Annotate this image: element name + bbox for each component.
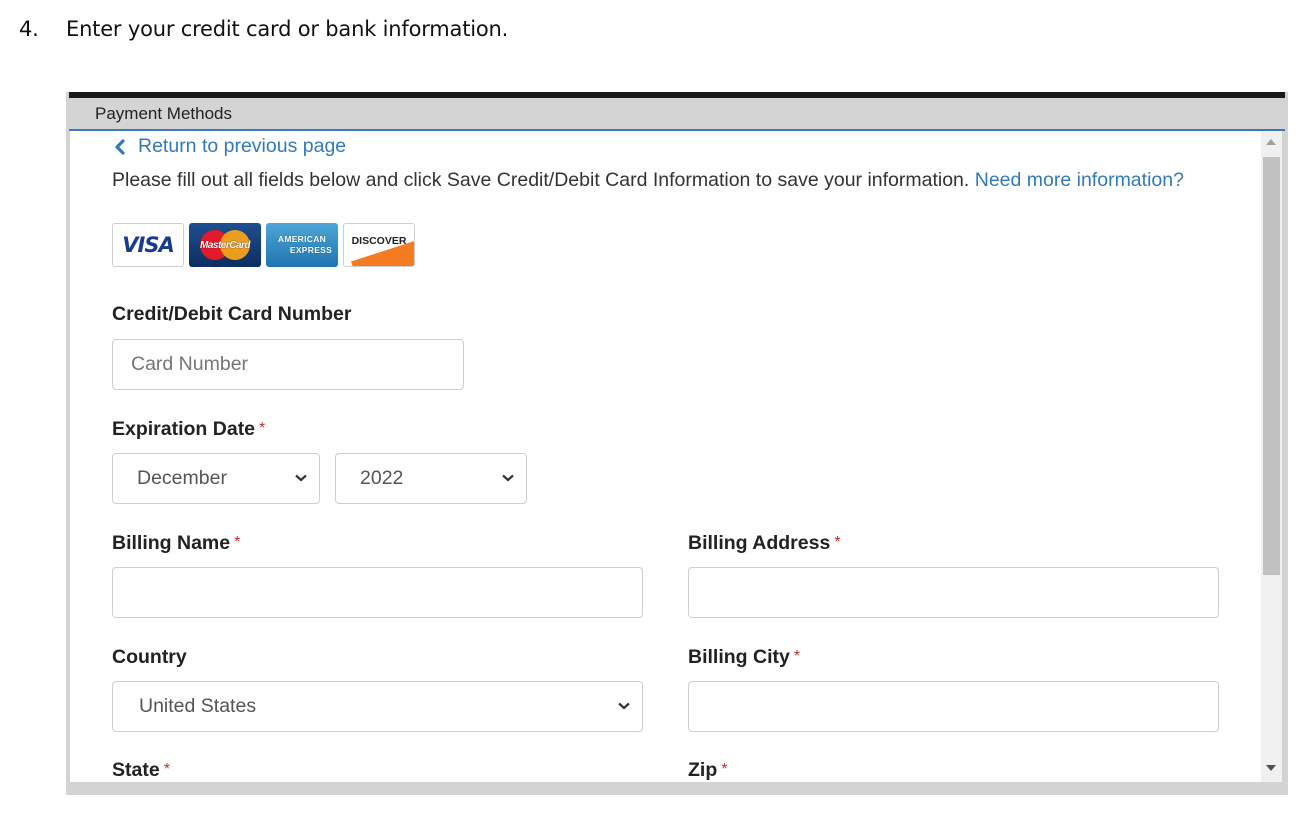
card-number-input[interactable] (112, 339, 464, 390)
step-number: 4. (19, 17, 39, 41)
need-more-info-link[interactable]: Need more information? (975, 169, 1184, 191)
scroll-up-arrow-icon[interactable] (1266, 139, 1276, 145)
scrollbar-thumb[interactable] (1263, 157, 1280, 575)
intro-text: Please fill out all fields below and cli… (112, 165, 1202, 195)
panel-header: Payment Methods (69, 98, 1285, 131)
required-marker: * (259, 420, 266, 437)
required-marker: * (721, 761, 728, 778)
chevron-down-icon (295, 474, 307, 482)
step-text: Enter your credit card or bank informati… (66, 17, 509, 41)
chevron-down-icon (502, 474, 514, 482)
expiration-year-select[interactable]: 2022 (335, 453, 527, 504)
chevron-down-icon (618, 702, 630, 710)
discover-logo: DISCOVER (343, 223, 415, 267)
expiration-month-select[interactable]: December (112, 453, 320, 504)
accepted-cards: VISA MasterCard AMERICAN EXPRESS DISCOVE… (112, 223, 415, 267)
vertical-scrollbar[interactable] (1261, 131, 1282, 782)
billing-name-label: Billing Name * (112, 532, 241, 554)
billing-address-input[interactable] (688, 567, 1219, 618)
billing-name-input[interactable] (112, 567, 643, 618)
required-marker: * (834, 534, 841, 551)
american-express-logo: AMERICAN EXPRESS (266, 223, 338, 267)
mastercard-logo: MasterCard (189, 223, 261, 267)
required-marker: * (793, 648, 801, 665)
country-select[interactable]: United States (112, 681, 643, 732)
visa-logo: VISA (112, 223, 184, 267)
step-instruction: 4. Enter your credit card or bank informa… (19, 17, 508, 41)
required-marker: * (234, 534, 241, 551)
state-label: State * (112, 759, 170, 781)
payment-methods-panel: Payment Methods Return to previous page … (66, 92, 1288, 795)
intro-instruction: Please fill out all fields below and cli… (112, 169, 970, 191)
country-label: Country (112, 646, 187, 668)
expiration-date-label: Expiration Date * (112, 418, 266, 440)
scroll-down-arrow-icon[interactable] (1266, 765, 1276, 771)
panel-scroll-area: Return to previous page Please fill out … (70, 131, 1261, 782)
card-number-label: Credit/Debit Card Number (112, 303, 352, 325)
billing-city-label: Billing City * (688, 646, 801, 668)
billing-address-label: Billing Address * (688, 532, 841, 554)
back-link-label: Return to previous page (138, 135, 347, 157)
panel-title: Payment Methods (95, 104, 233, 123)
chevron-left-icon (115, 138, 125, 155)
zip-label: Zip * (688, 759, 728, 781)
required-marker: * (163, 761, 170, 778)
return-to-previous-page-link[interactable]: Return to previous page (112, 135, 346, 158)
billing-city-input[interactable] (688, 681, 1219, 732)
